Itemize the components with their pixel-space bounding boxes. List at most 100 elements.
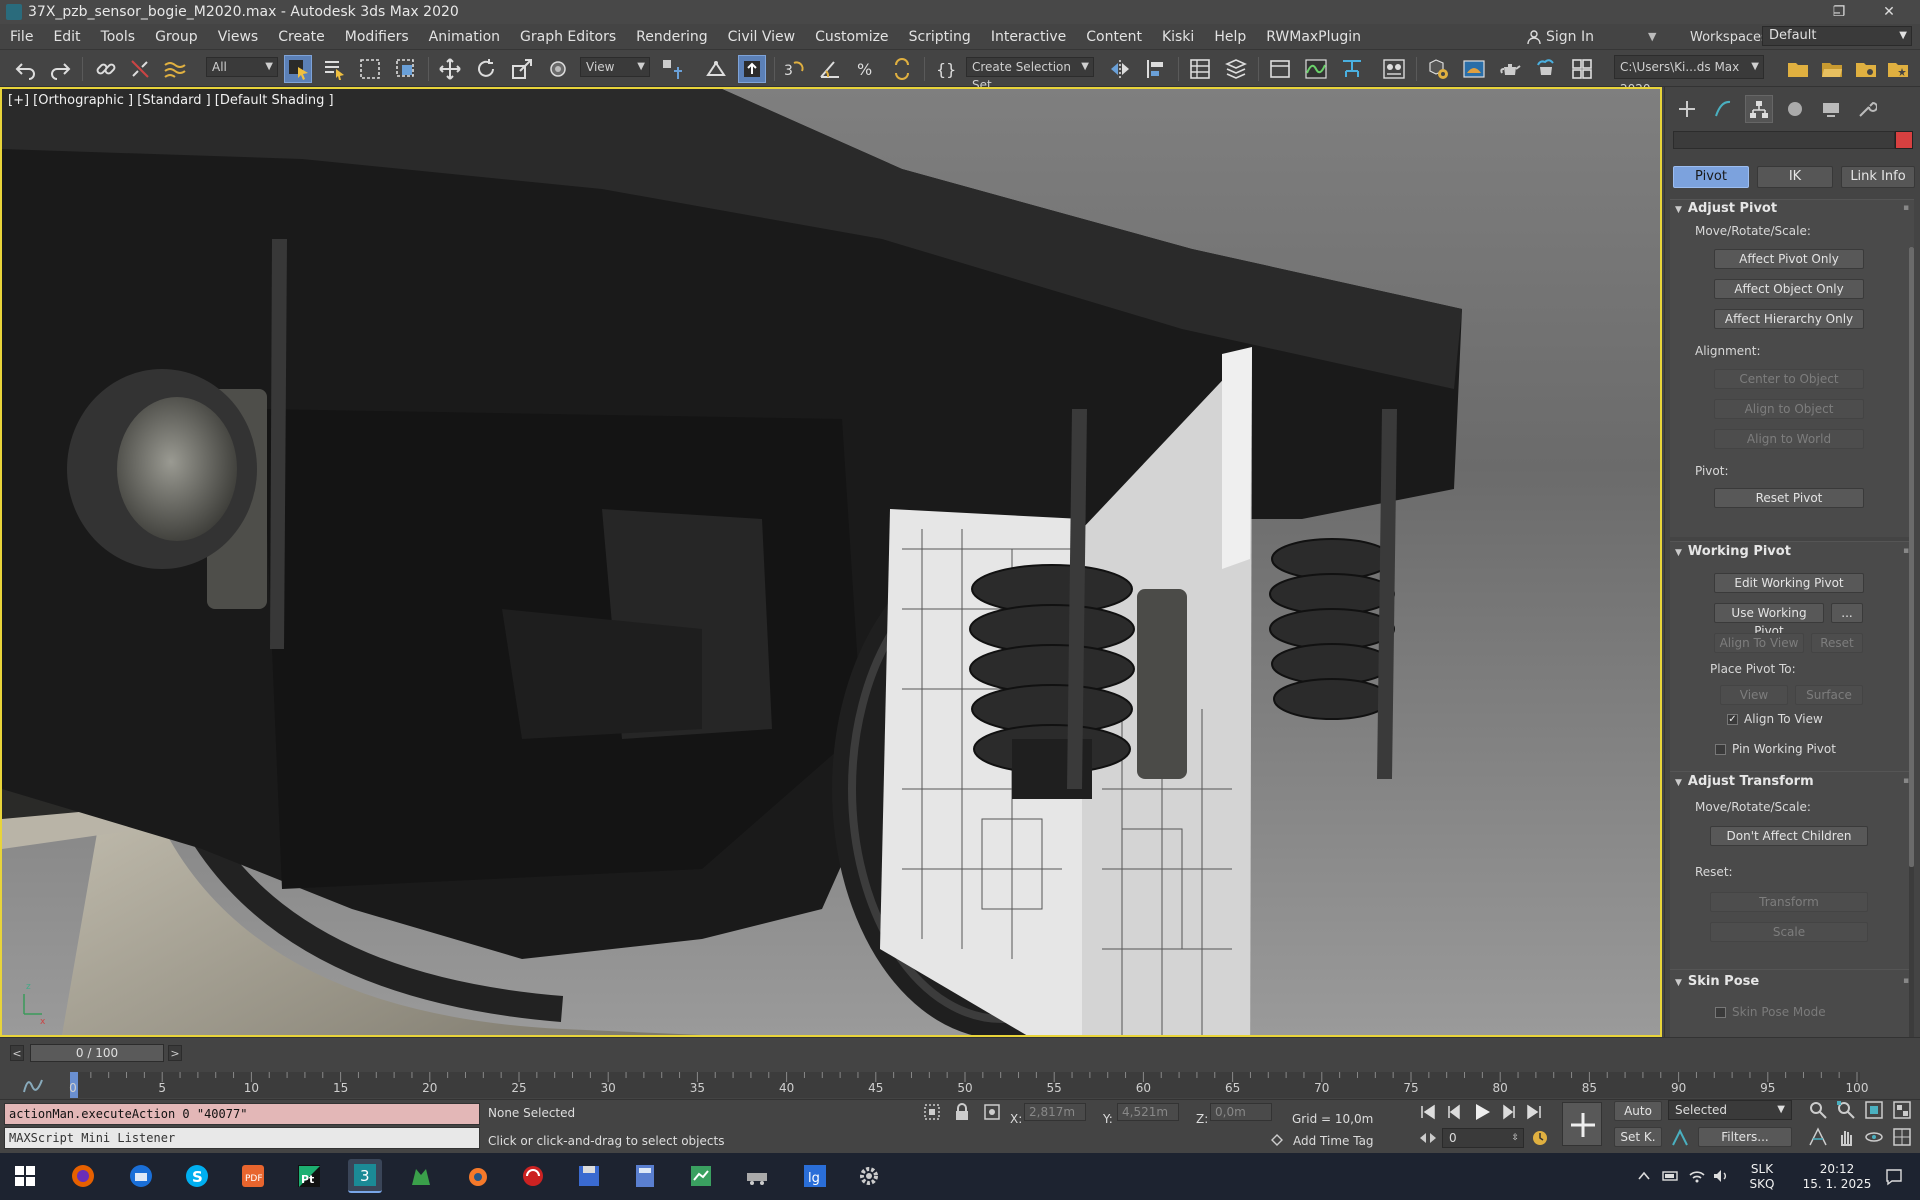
previous-frame-icon[interactable] bbox=[1445, 1102, 1465, 1122]
motion-tab[interactable] bbox=[1781, 95, 1809, 123]
menu-kiski[interactable]: Kiski bbox=[1152, 29, 1204, 45]
taskbar-image-viewer[interactable]: lg bbox=[798, 1159, 832, 1193]
taskbar-pdf-reader[interactable]: PDF bbox=[236, 1159, 270, 1193]
workspaces-dropdown[interactable]: Default ▼ bbox=[1762, 26, 1912, 46]
unlink-button[interactable] bbox=[126, 55, 154, 83]
key-tangent-icon[interactable] bbox=[1670, 1128, 1690, 1148]
taskbar-calculator[interactable] bbox=[628, 1159, 662, 1193]
key-filter-dropdown[interactable]: Selected ▼ bbox=[1668, 1100, 1792, 1120]
project-folder-dropdown[interactable]: C:\Users\Ki...ds Max 2020▼ bbox=[1614, 55, 1764, 96]
clock[interactable]: 20:12 15. 1. 2025 bbox=[1792, 1162, 1882, 1192]
menu-create[interactable]: Create bbox=[268, 29, 335, 45]
pan-hand-icon[interactable] bbox=[1836, 1127, 1856, 1147]
taskbar-settings[interactable] bbox=[852, 1159, 886, 1193]
render-in-cloud-button[interactable] bbox=[1532, 55, 1560, 83]
lock-icon[interactable] bbox=[952, 1102, 972, 1122]
menu-group[interactable]: Group bbox=[145, 29, 208, 45]
a360-gallery-button[interactable] bbox=[1568, 55, 1596, 83]
isolate-selection-icon[interactable] bbox=[922, 1102, 942, 1122]
link-button[interactable] bbox=[92, 55, 120, 83]
key-filters-button[interactable]: Filters... bbox=[1698, 1127, 1792, 1147]
display-tab[interactable] bbox=[1817, 95, 1845, 123]
mirror-button[interactable] bbox=[1106, 55, 1134, 83]
undo-button[interactable] bbox=[12, 55, 40, 83]
edit-named-selection-button[interactable]: {} bbox=[932, 55, 960, 83]
maxscript-input[interactable]: MAXScript Mini Listener bbox=[4, 1127, 480, 1149]
place-pivot-surface-button[interactable]: Surface bbox=[1795, 685, 1863, 705]
pin-working-pivot-checkbox[interactable]: Pin Working Pivot bbox=[1715, 742, 1836, 756]
add-time-tag-button[interactable]: Add Time Tag bbox=[1293, 1134, 1374, 1148]
use-working-pivot-button[interactable]: Use Working Pivot bbox=[1714, 603, 1824, 638]
reset-transform-button[interactable]: Transform bbox=[1710, 892, 1868, 912]
maxscript-output[interactable]: actionMan.executeAction 0 "40077" bbox=[4, 1103, 480, 1125]
select-rotate-button[interactable] bbox=[472, 55, 500, 83]
tab-pivot[interactable]: Pivot bbox=[1673, 166, 1749, 188]
project-button-1[interactable] bbox=[1784, 55, 1812, 83]
named-selection-dropdown[interactable]: Create Selection Set ▼ bbox=[966, 57, 1094, 92]
menu-tools[interactable]: Tools bbox=[91, 29, 146, 45]
taskbar-thunderbird[interactable] bbox=[124, 1159, 158, 1193]
selection-filter-dropdown[interactable]: All ▼ bbox=[206, 57, 278, 77]
menu-rendering[interactable]: Rendering bbox=[626, 29, 718, 45]
set-key-button[interactable]: Set K. bbox=[1614, 1127, 1662, 1147]
project-button-3[interactable] bbox=[1852, 55, 1880, 83]
project-button-4[interactable] bbox=[1884, 55, 1912, 83]
zoom-extents-all-icon[interactable] bbox=[1892, 1100, 1912, 1120]
menu-interactive[interactable]: Interactive bbox=[981, 29, 1076, 45]
redo-button[interactable] bbox=[46, 55, 74, 83]
tab-ik[interactable]: IK bbox=[1757, 166, 1833, 188]
project-button-2[interactable] bbox=[1818, 55, 1846, 83]
material-editor-button[interactable] bbox=[1380, 55, 1408, 83]
auto-key-button[interactable]: Auto bbox=[1614, 1101, 1662, 1121]
orbit-icon[interactable] bbox=[1864, 1127, 1884, 1147]
rectangular-selection-button[interactable] bbox=[356, 55, 384, 83]
play-icon[interactable] bbox=[1470, 1100, 1494, 1124]
spinner-snap-button[interactable] bbox=[888, 55, 916, 83]
place-pivot-view-button[interactable]: View bbox=[1720, 685, 1788, 705]
select-by-name-button[interactable] bbox=[320, 55, 348, 83]
time-configuration-icon[interactable] bbox=[1530, 1128, 1550, 1148]
volume-icon[interactable] bbox=[1712, 1167, 1730, 1185]
edit-working-pivot-button[interactable]: Edit Working Pivot bbox=[1714, 573, 1864, 593]
restore-button[interactable]: ❐ bbox=[1816, 0, 1862, 24]
hierarchy-tab[interactable] bbox=[1745, 95, 1773, 123]
viewport-label[interactable]: [+] [Orthographic ] [Standard ] [Default… bbox=[8, 93, 334, 108]
menu-scripting[interactable]: Scripting bbox=[899, 29, 981, 45]
working-pivot-options-button[interactable]: ... bbox=[1831, 603, 1863, 623]
maximize-viewport-icon[interactable] bbox=[1892, 1127, 1912, 1147]
create-tab[interactable] bbox=[1673, 95, 1701, 123]
taskbar-3dsmax[interactable]: 3 bbox=[348, 1159, 382, 1193]
notifications-icon[interactable] bbox=[1884, 1167, 1904, 1187]
menu-customize[interactable]: Customize bbox=[805, 29, 899, 45]
go-to-end-icon[interactable] bbox=[1524, 1102, 1544, 1122]
battery-icon[interactable] bbox=[1662, 1168, 1680, 1184]
scene-explorer-button[interactable] bbox=[1186, 55, 1214, 83]
start-button[interactable] bbox=[8, 1159, 42, 1193]
menu-rwmaxplugin[interactable]: RWMaxPlugin bbox=[1256, 29, 1371, 45]
align-to-view-checkbox[interactable]: ✓ Align To View bbox=[1727, 712, 1823, 726]
center-to-object-button[interactable]: Center to Object bbox=[1714, 369, 1864, 389]
angle-snap-button[interactable] bbox=[816, 55, 844, 83]
align-to-view-button[interactable]: Align To View bbox=[1714, 633, 1804, 653]
zoom-all-icon[interactable] bbox=[1836, 1100, 1856, 1120]
taskbar-blender[interactable] bbox=[460, 1159, 494, 1193]
viewport-perspective[interactable]: [+] [Orthographic ] [Standard ] [Default… bbox=[0, 87, 1662, 1037]
align-button[interactable] bbox=[1142, 55, 1170, 83]
percent-snap-button[interactable]: % bbox=[852, 55, 880, 83]
y-coordinate-field[interactable]: 4,521m bbox=[1117, 1103, 1179, 1121]
select-scale-button[interactable] bbox=[508, 55, 536, 83]
taskbar-spreadsheet[interactable] bbox=[684, 1159, 718, 1193]
taskbar-firefox[interactable] bbox=[66, 1159, 100, 1193]
wifi-icon[interactable] bbox=[1688, 1167, 1706, 1185]
menu-modifiers[interactable]: Modifiers bbox=[335, 29, 419, 45]
select-move-button[interactable] bbox=[436, 55, 464, 83]
rendered-frame-window-button[interactable] bbox=[1460, 55, 1488, 83]
adjust-transform-rollout[interactable]: ▼ Adjust Transform ▪ bbox=[1675, 774, 1909, 789]
select-object-button[interactable] bbox=[284, 55, 312, 83]
pivot-center-button[interactable] bbox=[658, 55, 686, 83]
align-to-world-button[interactable]: Align to World bbox=[1714, 429, 1864, 449]
reset-pivot-button[interactable]: Reset Pivot bbox=[1714, 488, 1864, 508]
snaps-toggle-button[interactable]: 3 bbox=[780, 55, 808, 83]
dont-affect-children-button[interactable]: Don't Affect Children bbox=[1710, 826, 1868, 846]
align-to-object-button[interactable]: Align to Object bbox=[1714, 399, 1864, 419]
